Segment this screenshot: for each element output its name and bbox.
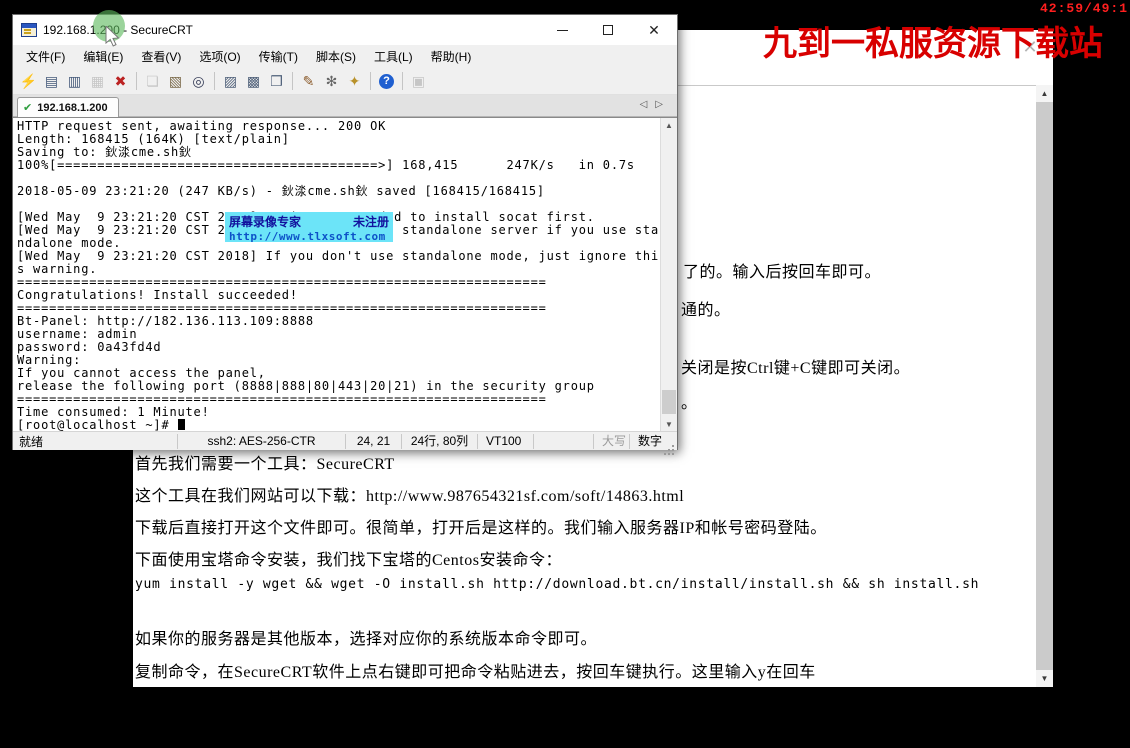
app-icon (21, 23, 37, 37)
minimize-button[interactable] (539, 15, 585, 45)
document-line-fragment: 了的。输入后按回车即可。 (683, 258, 881, 282)
terminal-scrollbar[interactable]: ▲ ▼ (660, 118, 677, 431)
session-tab-label: 192.168.1.200 (37, 102, 107, 114)
document-scrollbar[interactable]: ▲ ▼ (1036, 85, 1053, 687)
status-ready: 就绪 (13, 433, 177, 450)
status-cursor-position: 24, 21 (345, 434, 401, 449)
scrollbar-thumb[interactable] (662, 390, 676, 414)
menu-item[interactable]: 编辑(E) (74, 45, 132, 68)
site-watermark-title: 九到一私服资源下载站 (763, 16, 1103, 65)
menu-item[interactable]: 传输(T) (250, 45, 307, 68)
document-line-fragment: 。 (681, 389, 698, 413)
terminal-line: 2018-05-09 23:21:20 (247 KB/s) - 鈥渁cme.s… (17, 185, 659, 198)
securecrt-window: 192.168.1.200 - SecureCRT ✕ 文件(F)编辑(E)查看… (12, 14, 678, 450)
document-line-fragment: 关闭是按Ctrl键+C键即可关闭。 (681, 354, 910, 378)
terminal-line: [root@localhost ~]# (17, 419, 659, 431)
copy-icon: ❏ (141, 71, 164, 91)
maximize-button[interactable] (585, 15, 631, 45)
toolbar: ⚡▤▥▦✖ ❏▧◎ ▨▩❒ ✎✻✦? ▣ (13, 68, 677, 95)
find-icon[interactable]: ◎ (187, 71, 210, 91)
tab-scroll-right-icon[interactable]: ▷ (655, 99, 671, 110)
terminal-area[interactable]: HTTP request sent, awaiting response... … (13, 117, 677, 431)
menu-bar: 文件(F)编辑(E)查看(V)选项(O)传输(T)脚本(S)工具(L)帮助(H) (13, 45, 677, 68)
terminal-line: 100%[===================================… (17, 159, 659, 172)
document-line: 复制命令，在SecureCRT软件上点右键即可把命令粘贴进去，按回车键执行。这里… (135, 658, 816, 682)
status-emulation: VT100 (477, 434, 533, 449)
close-button[interactable]: ✕ (631, 15, 677, 45)
menu-item[interactable]: 选项(O) (190, 45, 249, 68)
watermark-url: http://www.tlxsoft.com (229, 230, 389, 243)
menu-item[interactable]: 工具(L) (365, 45, 422, 68)
disconnect-icon[interactable]: ✖ (109, 71, 132, 91)
status-cipher: ssh2: AES-256-CTR (177, 434, 345, 449)
status-caps-lock: 大写 (593, 434, 629, 449)
menu-item[interactable]: 脚本(S) (307, 45, 365, 68)
document-line: 下面使用宝塔命令安装，我们找下宝塔的Centos安装命令： (135, 546, 562, 570)
menu-item[interactable]: 查看(V) (132, 45, 190, 68)
maximize-icon (603, 25, 613, 35)
reconnect-icon: ▦ (86, 71, 109, 91)
toolbar-separator (292, 72, 293, 90)
scroll-up-icon[interactable]: ▲ (1036, 85, 1053, 102)
status-bar: 就绪 ssh2: AES-256-CTR 24, 21 24行, 80列 VT1… (13, 431, 677, 450)
status-num-lock: 数字 (629, 434, 665, 449)
toolbar-separator (402, 72, 403, 90)
document-line: 如果你的服务器是其他版本，选择对应你的系统版本命令即可。 (135, 625, 597, 649)
terminal-line: password: 0a43fd4d (17, 341, 659, 354)
resize-grip[interactable] (665, 432, 677, 450)
print-selection-icon[interactable]: ▩ (242, 71, 265, 91)
mouse-cursor-icon (104, 26, 120, 48)
session-tab[interactable]: ✔ 192.168.1.200 (17, 97, 119, 117)
print-screen-icon[interactable]: ▨ (219, 71, 242, 91)
connected-check-icon: ✔ (23, 101, 32, 114)
watermark-status: 未注册 (353, 213, 389, 230)
document-command-line: yum install -y wget && wget -O install.s… (135, 577, 979, 592)
tab-scroll-arrows[interactable]: ◁▷ (640, 99, 671, 110)
terminal-line: [Wed May 9 23:21:20 CST 2018] If you don… (17, 250, 659, 263)
tab-scroll-left-icon[interactable]: ◁ (640, 99, 656, 110)
global-options-icon[interactable]: ✻ (320, 71, 343, 91)
terminal-text: HTTP request sent, awaiting response... … (17, 120, 659, 431)
connect-in-tab-icon[interactable]: ▥ (63, 71, 86, 91)
document-line-fragment: 通的。 (681, 296, 731, 320)
document-line: 这个工具在我们网站可以下载：http://www.987654321sf.com… (135, 482, 684, 506)
paste-icon[interactable]: ▧ (164, 71, 187, 91)
document-line: 首先我们需要一个工具：SecureCRT (135, 450, 395, 474)
session-options-icon[interactable]: ✎ (297, 71, 320, 91)
menu-item[interactable]: 帮助(H) (422, 45, 481, 68)
recorder-timer: 42:59/49:1 (1040, 1, 1128, 16)
scroll-up-icon[interactable]: ▲ (661, 118, 677, 133)
key-agent-icon[interactable]: ✦ (343, 71, 366, 91)
print-icon[interactable]: ❒ (265, 71, 288, 91)
toolbar-separator (214, 72, 215, 90)
tab-bar: ✔ 192.168.1.200 ◁▷ (13, 95, 677, 117)
help-icon[interactable]: ? (375, 71, 398, 91)
status-terminal-size: 24行, 80列 (401, 434, 477, 449)
status-spacer (533, 434, 593, 449)
connect-icon[interactable]: ▤ (40, 71, 63, 91)
scroll-down-icon[interactable]: ▼ (661, 417, 677, 431)
toolbar-separator (370, 72, 371, 90)
recorder-watermark: 屏幕录像专家 未注册 http://www.tlxsoft.com (225, 212, 393, 242)
toolbar-separator (136, 72, 137, 90)
watermark-app-name: 屏幕录像专家 (229, 213, 301, 230)
terminal-cursor (178, 419, 185, 430)
minimize-icon (557, 30, 568, 31)
scroll-down-icon[interactable]: ▼ (1036, 670, 1053, 687)
close-icon: ✕ (648, 23, 660, 37)
session-manager-icon: ▣ (407, 71, 430, 91)
quick-connect-icon[interactable]: ⚡ (17, 71, 40, 91)
menu-item[interactable]: 文件(F) (17, 45, 74, 68)
document-line: 下载后直接打开这个文件即可。很简单，打开后是这样的。我们输入服务器IP和帐号密码… (135, 514, 827, 538)
